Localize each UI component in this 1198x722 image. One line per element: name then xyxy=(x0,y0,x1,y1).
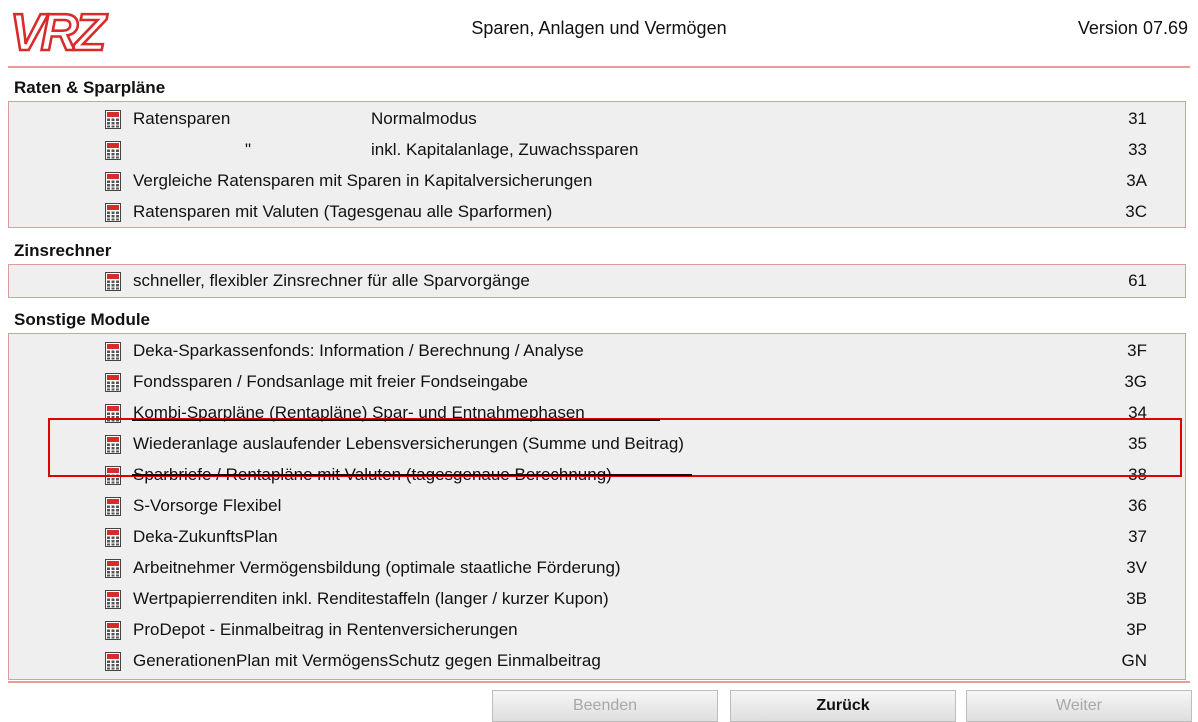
list-item[interactable]: schneller, flexibler Zinsrechner für all… xyxy=(9,266,1185,297)
item-label: Fondssparen / Fondsanlage mit freier Fon… xyxy=(133,372,529,391)
list-item[interactable]: Wertpapierrenditen inkl. Renditestaffeln… xyxy=(9,584,1185,615)
highlight-top-edge xyxy=(132,419,660,421)
calculator-icon xyxy=(105,590,121,609)
calculator-icon xyxy=(105,172,121,191)
beenden-button[interactable]: Beenden xyxy=(492,690,718,722)
panel-sonstige: Deka-Sparkassenfonds: Information / Bere… xyxy=(8,333,1186,680)
item-label: S-Vorsorge Flexibel xyxy=(133,496,282,515)
item-mode: Normalmodus xyxy=(371,109,477,128)
list-item[interactable]: Fondssparen / Fondsanlage mit freier Fon… xyxy=(9,367,1185,398)
calculator-icon xyxy=(105,528,121,547)
footer-divider xyxy=(8,681,1190,683)
highlight-bottom-edge xyxy=(132,474,692,476)
calculator-icon xyxy=(105,652,121,671)
list-item-highlighted[interactable]: Wiederanlage auslaufender Lebensversiche… xyxy=(9,429,1185,460)
calculator-icon xyxy=(105,404,121,423)
list-item[interactable]: Kombi-Sparpläne (Rentapläne) Spar- und E… xyxy=(9,398,1185,429)
calculator-icon xyxy=(105,466,121,485)
panel-zinsrechner: schneller, flexibler Zinsrechner für all… xyxy=(8,264,1186,298)
item-label: Deka-ZukunftsPlan xyxy=(133,527,278,546)
item-code: 38 xyxy=(1128,465,1147,484)
item-code: 31 xyxy=(1128,109,1147,128)
item-label: Deka-Sparkassenfonds: Information / Bere… xyxy=(133,341,584,360)
list-item[interactable]: Deka-ZukunftsPlan 37 xyxy=(9,522,1185,553)
section-title-zinsrechner: Zinsrechner xyxy=(14,241,112,260)
header: VRZ Sparen, Anlagen und Vermögen Version… xyxy=(0,0,1198,68)
item-label: schneller, flexibler Zinsrechner für all… xyxy=(133,271,530,290)
item-label: " xyxy=(245,140,252,159)
item-label: Wiederanlage auslaufender Lebensversiche… xyxy=(133,434,684,453)
item-code: 37 xyxy=(1128,527,1147,546)
item-label: Ratensparen mit Valuten (Tagesgenau alle… xyxy=(133,202,553,221)
list-item[interactable]: Deka-Sparkassenfonds: Information / Bere… xyxy=(9,336,1185,367)
item-code: 33 xyxy=(1128,140,1147,159)
list-item[interactable]: " inkl. Kapitalanlage, Zuwachssparen 33 xyxy=(9,135,1185,166)
panel-raten: Ratensparen Normalmodus 31 " inkl. Kapit… xyxy=(8,101,1186,228)
calculator-icon xyxy=(105,497,121,516)
item-label: Arbeitnehmer Vermögensbildung (optimale … xyxy=(133,558,621,577)
item-code: 3G xyxy=(1124,372,1147,391)
item-mode: inkl. Kapitalanlage, Zuwachssparen xyxy=(371,140,639,159)
item-code: 3F xyxy=(1127,341,1147,360)
header-divider xyxy=(8,66,1190,68)
calculator-icon xyxy=(105,559,121,578)
section-title-sonstige: Sonstige Module xyxy=(14,310,150,329)
version-label: Version 07.69 xyxy=(1077,18,1188,38)
section-title-raten: Raten & Sparpläne xyxy=(14,78,166,97)
calculator-icon xyxy=(105,373,121,392)
item-code: 36 xyxy=(1128,496,1147,515)
calculator-icon xyxy=(105,203,121,222)
list-item[interactable]: Ratensparen mit Valuten (Tagesgenau alle… xyxy=(9,197,1185,228)
item-code: 35 xyxy=(1128,434,1147,453)
item-code: 3B xyxy=(1126,589,1147,608)
list-item[interactable]: Arbeitnehmer Vermögensbildung (optimale … xyxy=(9,553,1185,584)
app-title: Sparen, Anlagen und Vermögen xyxy=(471,18,727,38)
item-code: 3V xyxy=(1126,558,1147,577)
calculator-icon xyxy=(105,110,121,129)
item-label: Wertpapierrenditen inkl. Renditestaffeln… xyxy=(133,589,609,608)
list-item[interactable]: S-Vorsorge Flexibel 36 xyxy=(9,491,1185,522)
item-code: 3P xyxy=(1126,620,1147,639)
item-code: 3A xyxy=(1126,171,1147,190)
zurueck-button[interactable]: Zurück xyxy=(730,690,956,722)
weiter-button[interactable]: Weiter xyxy=(966,690,1192,722)
calculator-icon xyxy=(105,435,121,454)
list-item[interactable]: GenerationenPlan mit VermögensSchutz geg… xyxy=(9,646,1185,677)
list-item[interactable]: Vergleiche Ratensparen mit Sparen in Kap… xyxy=(9,166,1185,197)
calculator-icon xyxy=(105,272,121,291)
list-item[interactable]: ProDepot - Einmalbeitrag in Rentenversic… xyxy=(9,615,1185,646)
item-label: Ratensparen xyxy=(133,109,231,128)
item-label: GenerationenPlan mit VermögensSchutz geg… xyxy=(133,651,601,670)
calculator-icon xyxy=(105,342,121,361)
calculator-icon xyxy=(105,621,121,640)
item-code: 61 xyxy=(1128,271,1147,290)
item-label: ProDepot - Einmalbeitrag in Rentenversic… xyxy=(133,620,518,639)
list-item[interactable]: Ratensparen Normalmodus 31 xyxy=(9,104,1185,135)
item-code: GN xyxy=(1121,651,1148,670)
calculator-icon xyxy=(105,141,121,160)
item-code: 34 xyxy=(1128,403,1147,422)
item-code: 3C xyxy=(1125,202,1147,221)
item-label: Vergleiche Ratensparen mit Sparen in Kap… xyxy=(133,171,593,190)
